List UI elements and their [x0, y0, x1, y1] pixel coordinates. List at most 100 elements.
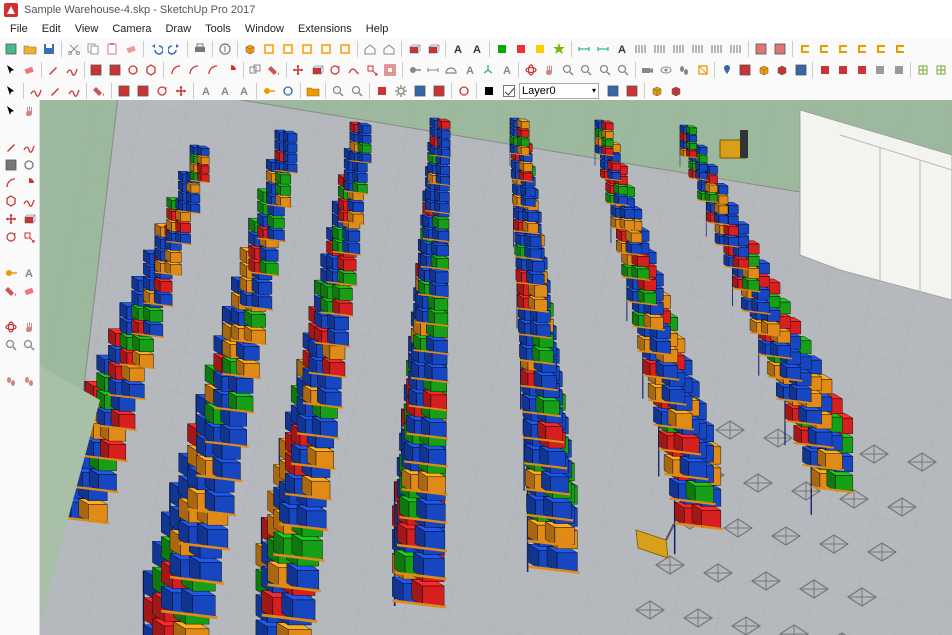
menu-extensions[interactable]: Extensions [292, 21, 358, 37]
bug-icon[interactable] [455, 82, 473, 100]
side-rect-icon[interactable] [2, 156, 19, 173]
rectangle-3d-icon[interactable] [424, 40, 442, 58]
model-info-icon[interactable]: i [216, 40, 234, 58]
side-eraser-icon[interactable] [20, 282, 37, 299]
undo-icon[interactable] [147, 40, 165, 58]
palette-icon2[interactable] [512, 40, 530, 58]
solid-subtract-icon[interactable] [853, 61, 870, 79]
save-icon[interactable] [40, 40, 58, 58]
line-icon[interactable] [45, 61, 62, 79]
side-blank4[interactable] [20, 246, 37, 263]
viewport[interactable] [40, 100, 952, 635]
layout-icon[interactable] [792, 61, 809, 79]
text-icon[interactable]: A [461, 61, 478, 79]
polygon-icon[interactable] [143, 61, 160, 79]
menu-view[interactable]: View [69, 21, 105, 37]
select2-icon[interactable] [2, 82, 20, 100]
model-view[interactable] [40, 100, 952, 635]
csv-icon[interactable]: A [449, 40, 467, 58]
new-file-icon[interactable] [2, 40, 20, 58]
back-icon[interactable] [317, 40, 335, 58]
print-icon[interactable] [191, 40, 209, 58]
profile-icon4[interactable] [853, 40, 871, 58]
rectangle-icon[interactable] [88, 61, 105, 79]
ruler-icon[interactable] [260, 82, 278, 100]
side-tape-icon[interactable] [2, 264, 19, 281]
layer-dropdown[interactable]: Layer0▾ [519, 83, 599, 99]
beams-icon5[interactable] [708, 40, 726, 58]
side-scale-icon[interactable] [20, 228, 37, 245]
rot-icon[interactable] [153, 82, 171, 100]
side-move-icon[interactable] [2, 210, 19, 227]
arc2-icon[interactable] [186, 61, 203, 79]
solid-intersect-icon[interactable] [816, 61, 833, 79]
solid-union-icon[interactable] [835, 61, 852, 79]
view-icon1[interactable] [411, 82, 429, 100]
menu-tools[interactable]: Tools [199, 21, 237, 37]
menu-camera[interactable]: Camera [106, 21, 157, 37]
beams-icon1[interactable] [632, 40, 650, 58]
side-zoom-icon[interactable] [2, 336, 19, 353]
paste-icon[interactable] [103, 40, 121, 58]
3dtext-icon[interactable]: A [498, 61, 515, 79]
axes-icon[interactable] [480, 61, 497, 79]
side-hand-icon[interactable] [20, 102, 37, 119]
side-blank1[interactable] [2, 120, 19, 137]
open-file-icon[interactable] [21, 40, 39, 58]
zoom-window-icon[interactable] [578, 61, 595, 79]
pen2-icon[interactable] [46, 82, 64, 100]
move2-icon[interactable] [172, 82, 190, 100]
followme-icon[interactable] [345, 61, 362, 79]
side-circle-icon[interactable] [20, 156, 37, 173]
solid-split-icon[interactable] [890, 61, 907, 79]
pan-icon[interactable] [541, 61, 558, 79]
beams-icon2[interactable] [651, 40, 669, 58]
side-polygon-icon[interactable] [2, 192, 19, 209]
orbit-icon[interactable] [522, 61, 539, 79]
walk-icon[interactable] [676, 61, 693, 79]
pushpull-icon[interactable] [405, 40, 423, 58]
zoom-in-icon[interactable] [329, 82, 347, 100]
send-to-layout-icon[interactable] [737, 61, 754, 79]
txt-icon[interactable]: A [468, 40, 486, 58]
menu-file[interactable]: File [4, 21, 34, 37]
profile-icon3[interactable] [834, 40, 852, 58]
freehand-icon[interactable] [63, 61, 80, 79]
section-icon[interactable] [694, 61, 711, 79]
front-icon[interactable] [279, 40, 297, 58]
erase-icon[interactable] [122, 40, 140, 58]
beams-icon3[interactable] [670, 40, 688, 58]
profile-icon1[interactable] [796, 40, 814, 58]
side-paint-icon[interactable] [2, 282, 19, 299]
eraser-icon[interactable] [20, 61, 37, 79]
outliner-icon[interactable] [604, 82, 622, 100]
side-blank2[interactable] [20, 120, 37, 137]
warehouse-icon[interactable] [648, 82, 666, 100]
shape-icon1[interactable] [115, 82, 133, 100]
bucket2-icon[interactable] [90, 82, 108, 100]
side-look-icon[interactable] [20, 372, 37, 389]
menu-window[interactable]: Window [239, 21, 290, 37]
sandbox-icon1[interactable] [914, 61, 931, 79]
sandbox-icon2[interactable] [933, 61, 950, 79]
look-around-icon[interactable] [657, 61, 674, 79]
side-text-icon[interactable]: A [20, 264, 37, 281]
side-blank8[interactable] [20, 354, 37, 371]
select-icon[interactable] [2, 61, 19, 79]
copy-icon[interactable] [84, 40, 102, 58]
browse-icon[interactable] [304, 82, 322, 100]
palette-icon1[interactable] [493, 40, 511, 58]
side-select-icon[interactable] [2, 102, 19, 119]
ext-wh-icon[interactable] [774, 61, 791, 79]
profile-icon6[interactable] [891, 40, 909, 58]
add-location-icon[interactable] [718, 61, 735, 79]
side-pan-icon[interactable] [20, 318, 37, 335]
components-icon[interactable] [667, 82, 685, 100]
arc3-icon[interactable] [204, 61, 221, 79]
side-pushpull-icon[interactable] [20, 210, 37, 227]
side-pie-icon[interactable] [20, 174, 37, 191]
profile-icon2[interactable] [815, 40, 833, 58]
zoom-out-icon[interactable] [348, 82, 366, 100]
paint-icon[interactable] [265, 61, 282, 79]
arc-icon[interactable] [167, 61, 184, 79]
